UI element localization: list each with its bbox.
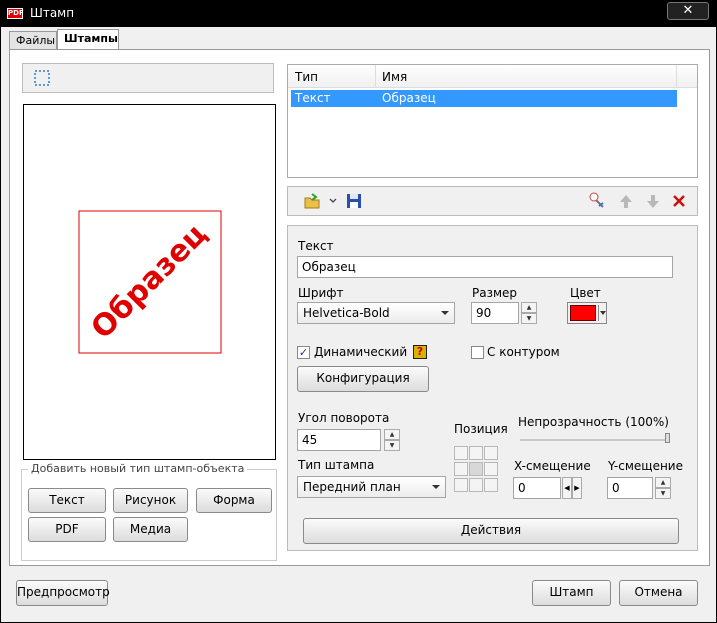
stamps-tab-panel: Образец Добавить новый тип штамп-объекта… (9, 49, 710, 566)
add-pdf-button[interactable]: PDF (28, 517, 106, 542)
size-input[interactable]: 90 (471, 302, 519, 324)
x-offset-input[interactable]: 0 (513, 477, 561, 499)
outline-checkbox[interactable] (471, 346, 484, 359)
list-toolbar (287, 186, 698, 216)
rotation-input[interactable]: 45 (297, 429, 381, 451)
preview-canvas: Образец (78, 210, 222, 354)
add-stamp-group: Добавить новый тип штамп-объекта Текст Р… (21, 462, 277, 561)
tab-stamps[interactable]: Штампы (57, 29, 119, 50)
chevron-down-icon (441, 311, 449, 315)
stamp-preview: Образец (23, 104, 276, 460)
properties-panel: Текст Образец Шрифт Helvetica-Bold Разме… (287, 225, 698, 551)
stamp-dialog: PDF Штамп ✕ Файлы Штампы Образец Добавит… (0, 0, 717, 623)
stamp-object-list: Тип Имя Текст Образец (287, 64, 698, 178)
position-label: Позиция (454, 422, 508, 436)
color-picker[interactable] (567, 302, 607, 324)
row-type: Текст (295, 91, 331, 105)
column-type[interactable]: Тип (295, 70, 318, 84)
rotation-stepper[interactable]: ▲ ▼ (384, 429, 400, 451)
move-down-icon[interactable] (645, 193, 661, 209)
y-offset-label: Y-смещение (608, 459, 683, 473)
cancel-button[interactable]: Отмена (619, 580, 698, 606)
color-swatch (570, 305, 596, 321)
column-name[interactable]: Имя (382, 70, 407, 84)
move-up-icon[interactable] (618, 193, 634, 209)
properties-wand-icon[interactable] (587, 191, 607, 211)
outline-label: С контуром (487, 345, 560, 359)
dynamic-checkbox[interactable]: ✓ (297, 346, 310, 359)
list-header: Тип Имя (288, 65, 697, 88)
add-text-button[interactable]: Текст (28, 488, 106, 513)
add-image-button[interactable]: Рисунок (113, 488, 188, 513)
text-label: Текст (298, 239, 334, 253)
stamp-text-input[interactable]: Образец (297, 256, 673, 278)
opacity-slider-thumb[interactable] (665, 433, 670, 443)
pdf-app-icon: PDF (7, 8, 24, 19)
table-row[interactable]: Текст Образец (291, 90, 677, 107)
close-button[interactable]: ✕ (667, 2, 709, 20)
window-title: Штамп (30, 6, 75, 20)
open-folder-icon[interactable] (303, 192, 321, 210)
opacity-label: Непрозрачность (100%) (518, 415, 669, 429)
add-group-title: Добавить новый тип штамп-объекта (28, 462, 248, 475)
delete-icon[interactable] (672, 194, 686, 208)
stamp-button[interactable]: Штамп (532, 580, 611, 606)
left-toolbar (22, 63, 274, 93)
save-icon[interactable] (346, 193, 362, 209)
font-select[interactable]: Helvetica-Bold (297, 302, 455, 324)
chevron-down-icon (432, 485, 440, 489)
chevron-down-icon[interactable] (329, 198, 337, 204)
select-area-icon[interactable] (33, 69, 51, 87)
font-value: Helvetica-Bold (303, 306, 390, 320)
y-offset-input[interactable]: 0 (607, 477, 653, 499)
tab-files[interactable]: Файлы (9, 31, 57, 49)
chevron-down-icon (598, 305, 606, 321)
dynamic-label: Динамический (314, 345, 408, 359)
opacity-slider[interactable] (520, 433, 670, 444)
add-shape-button[interactable]: Форма (196, 488, 272, 513)
x-offset-label: X-смещение (514, 459, 591, 473)
stamp-preview-text: Образец (85, 217, 215, 347)
stamp-type-value: Передний план (303, 480, 401, 494)
y-offset-stepper[interactable]: ▲ ▼ (655, 477, 671, 499)
x-offset-stepper[interactable]: ◀ ▶ (562, 477, 582, 499)
title-bar: PDF Штамп ✕ (1, 1, 716, 27)
add-media-button[interactable]: Медиа (113, 517, 188, 542)
configuration-button[interactable]: Конфигурация (297, 366, 429, 392)
stamp-type-label: Тип штампа (298, 458, 375, 472)
row-name: Образец (382, 91, 436, 105)
size-label: Размер (472, 286, 518, 300)
font-label: Шрифт (298, 286, 344, 300)
color-label: Цвет (570, 286, 601, 300)
preview-button[interactable]: Предпросмотр (16, 580, 110, 606)
stamp-type-select[interactable]: Передний план (297, 476, 446, 498)
help-icon[interactable]: ? (413, 345, 427, 359)
rotation-label: Угол поворота (298, 411, 390, 425)
slider-ticks (520, 439, 670, 441)
size-stepper[interactable]: ▲ ▼ (521, 302, 537, 324)
actions-button[interactable]: Действия (303, 518, 679, 544)
